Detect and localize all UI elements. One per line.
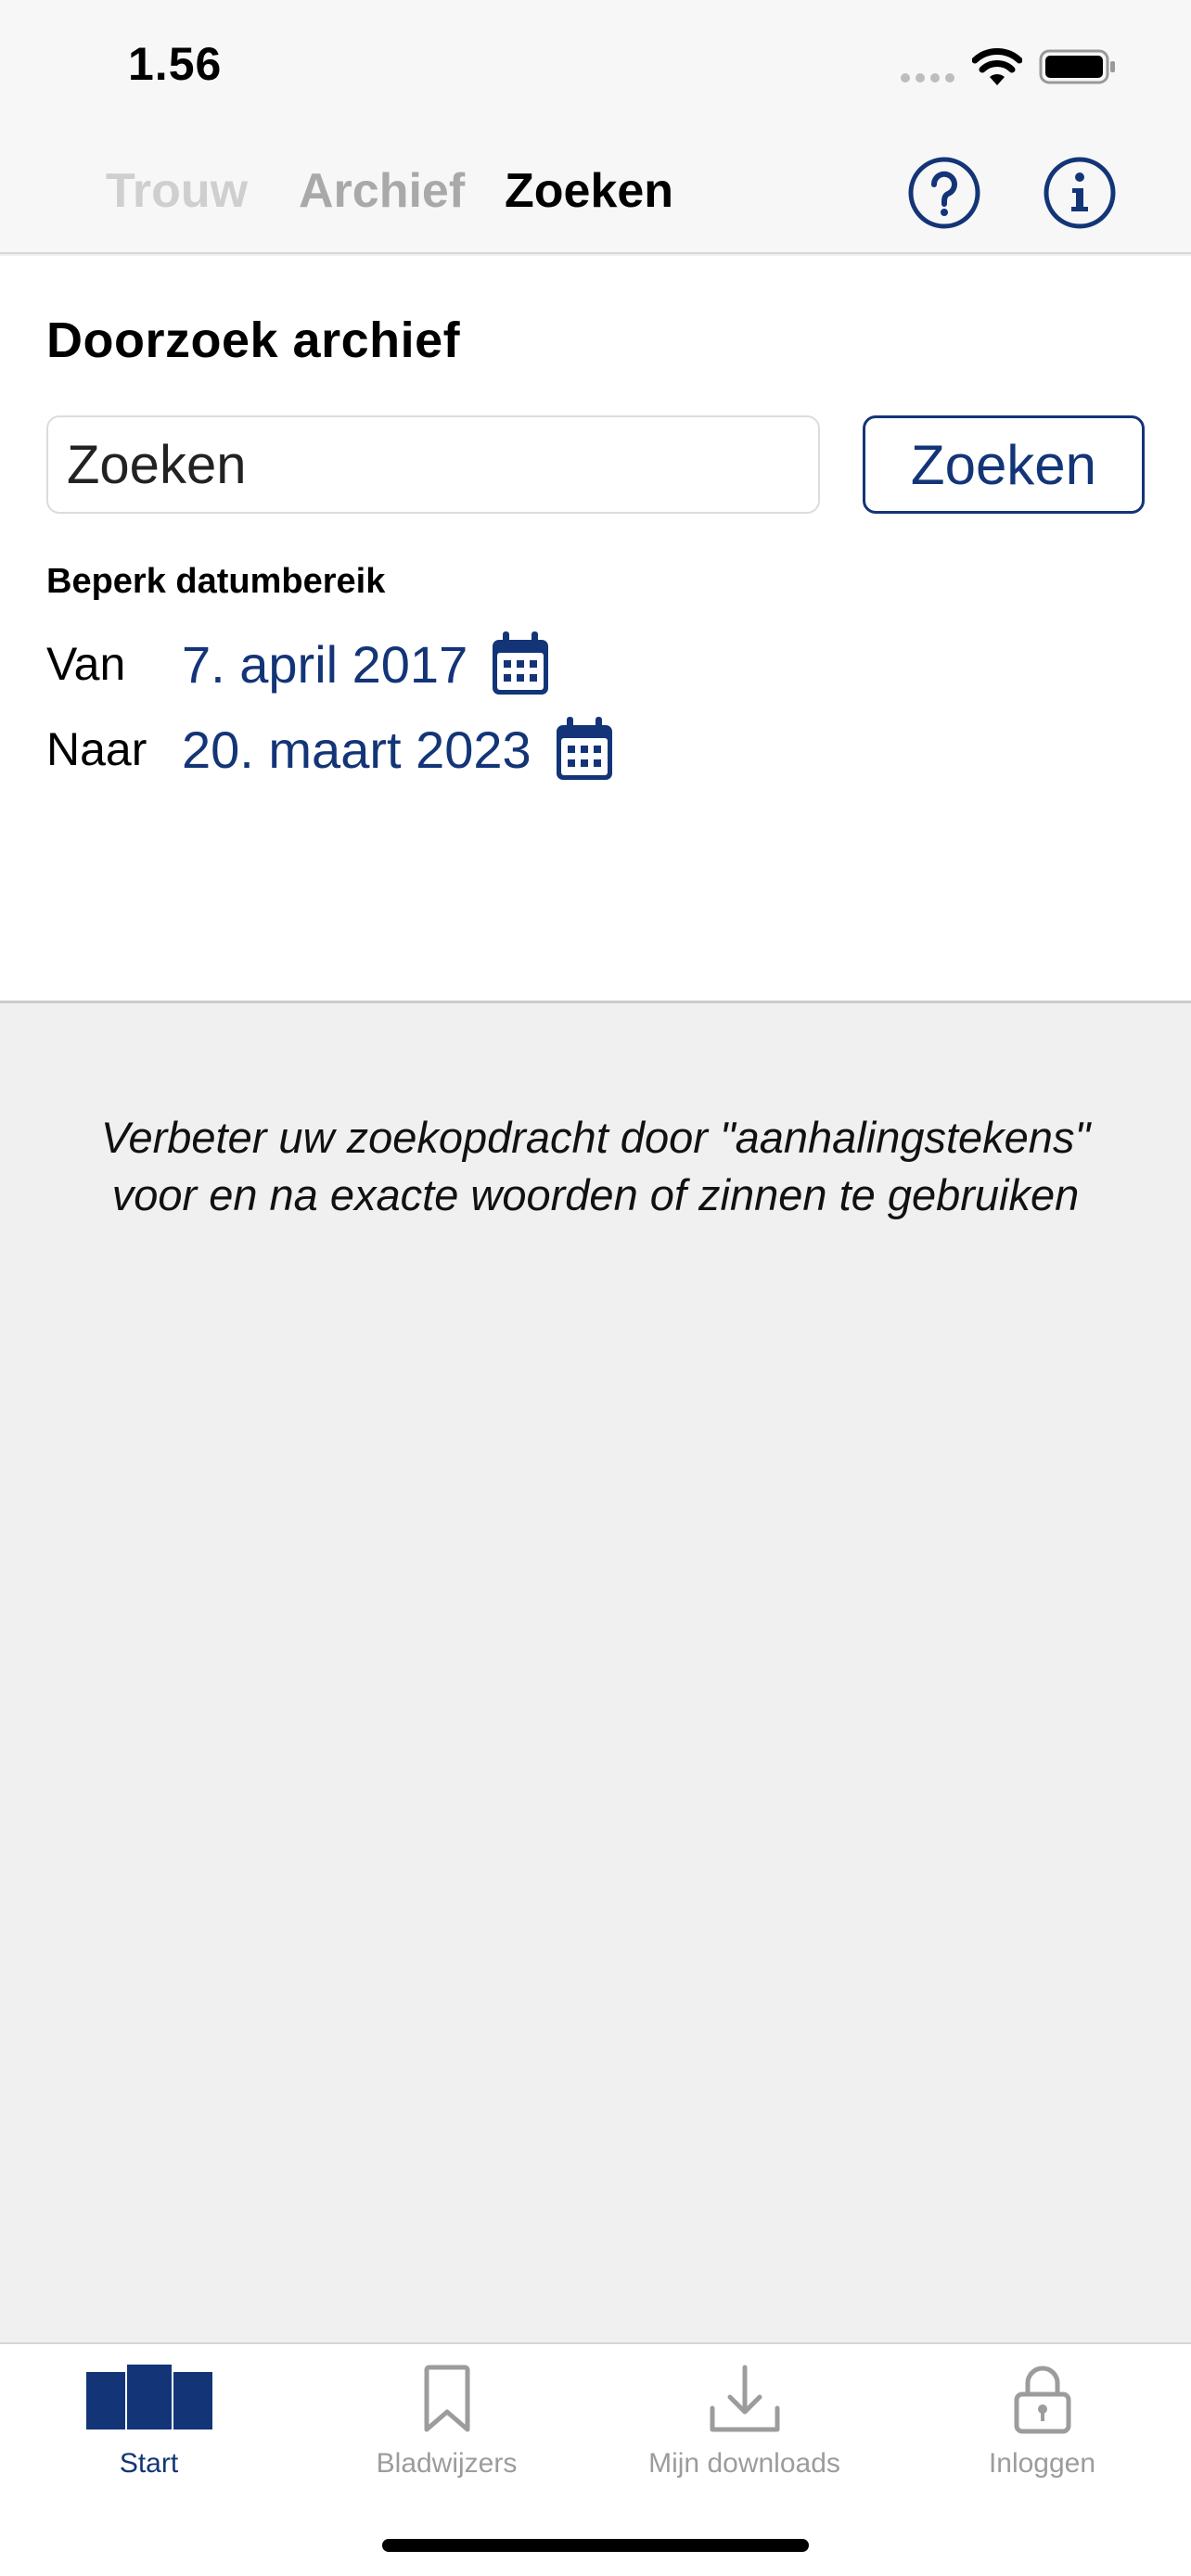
- search-tip-line-1: Verbeter uw zoekopdracht door "aanhaling…: [100, 1113, 1091, 1162]
- wifi-icon: [972, 48, 1022, 85]
- cellular-signal-icon: [901, 73, 954, 83]
- search-title: Doorzoek archief: [46, 312, 461, 368]
- search-input[interactable]: [46, 415, 820, 514]
- calendar-icon[interactable]: [554, 716, 615, 783]
- tab-start-label: Start: [119, 2448, 179, 2479]
- date-to-label: Naar: [46, 723, 147, 775]
- tab-start[interactable]: Start: [0, 2344, 298, 2493]
- download-icon: [710, 2365, 779, 2432]
- calendar-icon[interactable]: [490, 631, 551, 697]
- date-to-row: Naar 20. maart 2023: [46, 712, 615, 786]
- status-time: 1.56: [128, 38, 223, 90]
- lock-icon: [1014, 2366, 1070, 2434]
- tab-inloggen-label: Inloggen: [988, 2448, 1096, 2479]
- top-bar: 1.56 Trouw Archief Zoeken: [0, 0, 1191, 254]
- search-tip: Verbeter uw zoekopdracht door "aanhaling…: [0, 1109, 1191, 1224]
- tab-zoeken[interactable]: Zoeken: [505, 163, 673, 219]
- bookmark-icon: [424, 2365, 469, 2432]
- date-to-value[interactable]: 20. maart 2023: [182, 720, 531, 780]
- date-from-label: Van: [46, 638, 126, 690]
- battery-icon: [1039, 49, 1115, 84]
- info-icon[interactable]: [1043, 156, 1117, 230]
- date-from-value[interactable]: 7. april 2017: [182, 634, 467, 695]
- date-range-label: Beperk datumbereik: [46, 562, 386, 601]
- date-from-row: Van 7. april 2017: [46, 627, 551, 701]
- home-indicator: [382, 2539, 809, 2552]
- tab-bladwijzers-label: Bladwijzers: [376, 2448, 518, 2479]
- tab-bladwijzers[interactable]: Bladwijzers: [298, 2344, 596, 2493]
- tab-inloggen[interactable]: Inloggen: [893, 2344, 1191, 2493]
- tab-mijn-downloads[interactable]: Mijn downloads: [596, 2344, 893, 2493]
- tab-mijn-downloads-label: Mijn downloads: [648, 2448, 840, 2479]
- tab-trouw[interactable]: Trouw: [106, 163, 248, 219]
- pages-icon: [85, 2365, 212, 2429]
- search-panel: Doorzoek archief Zoeken Beperk datumbere…: [0, 256, 1191, 1003]
- help-icon[interactable]: [907, 156, 981, 230]
- search-button[interactable]: Zoeken: [863, 415, 1145, 514]
- tab-archief[interactable]: Archief: [299, 163, 465, 219]
- search-tip-line-2: voor en na exacte woorden of zinnen te g…: [111, 1170, 1080, 1219]
